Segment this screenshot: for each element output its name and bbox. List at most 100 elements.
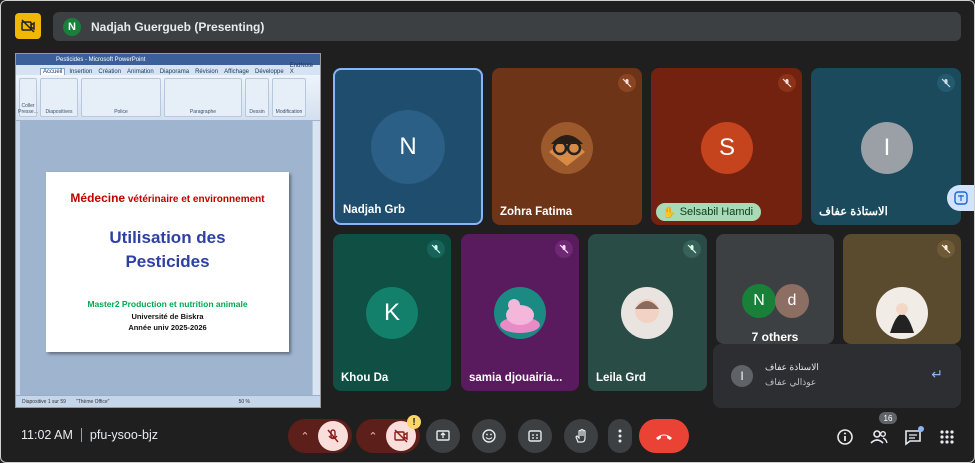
ppt-theme: "Thème Office" (75, 398, 110, 405)
translate-icon (954, 191, 968, 205)
ppt-ribbon-tabs: Accueil Insertion Création Animation Dia… (16, 63, 320, 75)
mic-options-chevron-icon[interactable]: ⌃ (292, 430, 318, 443)
avatar: I (861, 122, 913, 174)
slide-heading-b: vétérinaire et environnement (125, 194, 265, 205)
mic-control-group: ⌃ (288, 419, 352, 453)
slide-program: Master2 Production et nutrition animale (87, 299, 248, 309)
ppt-tab: Création (98, 69, 122, 75)
ppt-window-title: Pesticides - Microsoft PowerPoint (56, 56, 146, 63)
translate-chip[interactable] (947, 185, 974, 211)
mic-off-icon (778, 74, 796, 92)
video-off-icon (21, 19, 35, 33)
participant-name: samia djouairia... (469, 372, 563, 384)
avatar: S (701, 122, 753, 174)
slide-university: Université de Biskra (131, 312, 204, 321)
leave-call-button[interactable] (639, 419, 689, 453)
unread-dot (918, 426, 924, 432)
ppt-group-label: Modification (275, 109, 303, 115)
mic-off-icon (327, 429, 339, 443)
avatar: N (742, 284, 776, 318)
hand-icon (575, 428, 586, 443)
emoji-icon (482, 429, 496, 443)
mic-off-icon (937, 240, 955, 258)
avatar-illustration (541, 122, 593, 174)
ppt-status-bar: Diapositive 1 sur 59 "Thème Office" 50 % (16, 395, 320, 407)
captions-icon (528, 430, 542, 442)
meeting-info: 11:02 AM pfu-ysoo-bjz (21, 428, 158, 442)
more-options-button[interactable] (608, 419, 632, 453)
ppt-slides-label: Diapositives (45, 109, 73, 115)
activities-button[interactable] (936, 426, 958, 448)
ppt-group-paste: Coller Presse... (18, 78, 38, 117)
ppt-group-drawing: Dessin (245, 78, 269, 117)
presenter-banner[interactable]: N Nadjah Guergueb (Presenting) (53, 12, 961, 41)
ppt-ribbon: Coller Presse... Diapositives Police Par… (16, 75, 320, 121)
ppt-title-bar: Pesticides - Microsoft PowerPoint (16, 54, 320, 65)
avatar-photo (621, 287, 673, 339)
mic-off-icon (427, 240, 445, 258)
meet-window: N Nadjah Guergueb (Presenting) Pesticide… (0, 0, 975, 463)
hand-icon: ✋ (662, 206, 676, 219)
chat-notification[interactable]: I الاستاذة عفاف عوذالي عفاف ↵ (713, 344, 961, 408)
info-icon (837, 429, 853, 445)
others-tile[interactable]: N d 7 others (716, 234, 834, 344)
divider (80, 428, 82, 442)
avatar-illustration (494, 287, 546, 339)
participant-tile-selsabil[interactable]: S ✋ Selsabil Hamdi (651, 68, 802, 225)
avatar: K (366, 287, 418, 339)
participant-tile-9[interactable] (843, 234, 961, 344)
chat-message: عوذالي عفاف (765, 377, 817, 387)
participant-tile-afaf[interactable]: I الاستاذة عفاف (811, 68, 961, 225)
slide-heading: Médecine vétérinaire et environnement (46, 191, 289, 205)
participant-tile-khou[interactable]: K Khou Da (333, 234, 451, 391)
raise-hand-button[interactable] (564, 419, 598, 453)
ppt-tab: Diaporama (159, 69, 190, 75)
participant-tile-leila[interactable]: Leila Grd (588, 234, 707, 391)
avatar: d (775, 284, 809, 318)
apps-grid-icon (940, 430, 954, 444)
ppt-scrollbar (312, 121, 320, 397)
ppt-group-paragraph: Paragraphe (164, 78, 242, 117)
reply-icon[interactable]: ↵ (931, 366, 943, 383)
ppt-slide-count: Diapositive 1 sur 59 (22, 398, 66, 405)
slide-heading-a: Médecine (70, 191, 126, 205)
camera-options-chevron-icon[interactable]: ⌃ (360, 430, 386, 443)
participant-tile-nadjah[interactable]: N Nadjah Grb (333, 68, 483, 225)
clock: 11:02 AM (21, 428, 73, 442)
present-button[interactable] (426, 419, 460, 453)
ppt-tab: Animation (127, 69, 154, 75)
others-count: 7 others (751, 330, 799, 344)
ppt-group-editing: Modification (272, 78, 306, 117)
ppt-tab: Accueil (40, 68, 66, 75)
participant-name: Selsabil Hamdi (679, 206, 754, 218)
shared-screen[interactable]: Pesticides - Microsoft PowerPoint Accuei… (15, 53, 321, 408)
participant-name: Nadjah Grb (343, 204, 405, 216)
people-icon (870, 430, 888, 444)
ppt-group-label: Dessin (249, 109, 265, 115)
mic-off-icon (618, 74, 636, 92)
mic-toggle-button[interactable] (318, 421, 348, 451)
ppt-group-label: Police (114, 109, 128, 115)
mic-off-icon (937, 74, 955, 92)
camera-off-indicator[interactable] (15, 13, 41, 39)
participant-name: Zohra Fatima (500, 206, 573, 218)
participant-tile-samia[interactable]: samia djouairia... (461, 234, 579, 391)
ppt-zoom: 50 % (238, 398, 250, 405)
ppt-group-font: Police (81, 78, 161, 117)
end-call-icon (656, 434, 672, 440)
ppt-group-slides: Diapositives (40, 78, 78, 117)
people-button[interactable] (868, 426, 890, 448)
presenter-avatar: N (63, 17, 81, 36)
ppt-slide-area: Médecine vétérinaire et environnement Ut… (20, 121, 312, 397)
meeting-details-button[interactable] (834, 426, 856, 448)
reactions-button[interactable] (472, 419, 506, 453)
ppt-tab: Affichage (224, 69, 250, 75)
slide: Médecine vétérinaire et environnement Ut… (46, 172, 289, 352)
video-off-icon (394, 429, 408, 443)
participant-tile-zohra[interactable]: Zohra Fatima (492, 68, 642, 225)
avatar: N (399, 133, 417, 160)
slide-title-line2: Pesticides (125, 252, 210, 271)
captions-button[interactable] (518, 419, 552, 453)
sender-avatar: I (731, 365, 753, 387)
chat-button[interactable] (902, 426, 924, 448)
